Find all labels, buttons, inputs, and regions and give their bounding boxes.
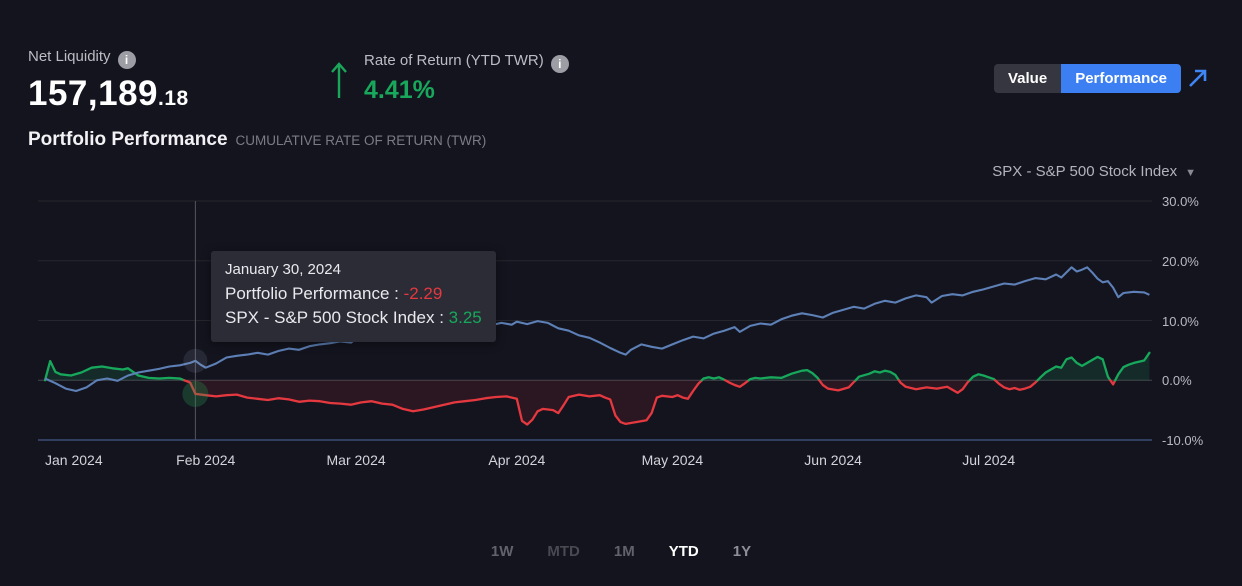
- tooltip-benchmark-label: SPX - S&P 500 Stock Index :: [225, 308, 449, 327]
- tooltip-benchmark-value: 3.25: [449, 308, 482, 327]
- x-axis-label: Apr 2024: [488, 452, 545, 468]
- x-axis-label: Jun 2024: [804, 452, 862, 468]
- chart-tooltip: January 30, 2024 Portfolio Performance :…: [211, 251, 496, 342]
- y-axis-label: 10.0%: [1162, 314, 1199, 329]
- portfolio-performance-panel: Net Liquidityi 157,189.18 Rate of Return…: [0, 0, 1242, 586]
- y-axis-label: 0.0%: [1162, 373, 1192, 388]
- x-axis-label: Mar 2024: [327, 452, 386, 468]
- tooltip-benchmark-row: SPX - S&P 500 Stock Index : 3.25: [225, 306, 482, 330]
- timeframe-1y[interactable]: 1Y: [733, 543, 751, 560]
- x-axis-label: Jan 2024: [45, 452, 103, 468]
- timeframe-ytd[interactable]: YTD: [669, 543, 699, 560]
- tooltip-portfolio-row: Portfolio Performance : -2.29: [225, 282, 482, 306]
- timeframe-mtd[interactable]: MTD: [547, 543, 580, 560]
- timeframe-1m[interactable]: 1M: [614, 543, 635, 560]
- y-axis-label: -10.0%: [1162, 433, 1203, 448]
- portfolio-area-fill: [1115, 353, 1149, 381]
- y-axis-label: 30.0%: [1162, 194, 1199, 209]
- performance-chart[interactable]: [0, 0, 1242, 586]
- timeframe-1w[interactable]: 1W: [491, 543, 514, 560]
- portfolio-area-fill: [184, 380, 702, 424]
- y-axis-label: 20.0%: [1162, 254, 1199, 269]
- tooltip-date: January 30, 2024: [225, 261, 482, 278]
- tooltip-portfolio-label: Portfolio Performance :: [225, 284, 404, 303]
- x-axis-label: Feb 2024: [176, 452, 235, 468]
- x-axis-label: Jul 2024: [962, 452, 1015, 468]
- x-axis-label: May 2024: [642, 452, 703, 468]
- timeframe-selector: 1W MTD 1M YTD 1Y: [0, 543, 1242, 560]
- portfolio-hover-marker: [182, 381, 208, 407]
- benchmark-hover-marker: [183, 349, 207, 373]
- tooltip-portfolio-value: -2.29: [404, 284, 443, 303]
